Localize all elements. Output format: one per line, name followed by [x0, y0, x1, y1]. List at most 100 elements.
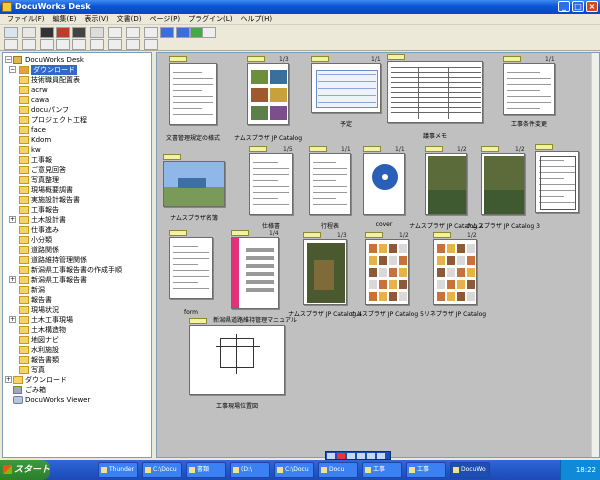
- combine-icon[interactable]: [144, 27, 158, 38]
- page-preview: [311, 63, 381, 113]
- expand-icon[interactable]: +: [9, 216, 16, 223]
- back-icon[interactable]: [160, 27, 174, 38]
- tree-item[interactable]: 工事報: [3, 155, 151, 165]
- folder-icon: [19, 96, 29, 104]
- tree-item[interactable]: face: [3, 125, 151, 135]
- tree-item[interactable]: + 新潟県工事報告書: [3, 275, 151, 285]
- taskbar-button[interactable]: Thunder: [98, 462, 138, 478]
- paste-icon[interactable]: [40, 39, 54, 50]
- tree-item[interactable]: 新潟県工事報告書の作成手順: [3, 265, 151, 275]
- tree-item[interactable]: 仕事進み: [3, 225, 151, 235]
- vertical-scrollbar[interactable]: [591, 53, 599, 457]
- tree-item[interactable]: 道路関係: [3, 245, 151, 255]
- tree-item[interactable]: ご意見回答: [3, 165, 151, 175]
- tree-item[interactable]: 水利施設: [3, 345, 151, 355]
- new-folder-icon[interactable]: [22, 27, 36, 38]
- tree-item[interactable]: プロジェクト工程: [3, 115, 151, 125]
- menu-plugin[interactable]: プラグイン(L): [184, 14, 236, 24]
- bind-icon[interactable]: [108, 27, 122, 38]
- tree-extra-label: ごみ箱: [25, 386, 46, 394]
- menu-edit[interactable]: 編集(E): [49, 14, 81, 24]
- taskbar-button[interactable]: C:\Docu: [142, 462, 182, 478]
- menu-file[interactable]: ファイル(F): [3, 14, 49, 24]
- tree-item[interactable]: 新潟: [3, 285, 151, 295]
- tree-item-label: kw: [31, 146, 41, 154]
- tree-item[interactable]: 現場概要調書: [3, 185, 151, 195]
- collapse-icon[interactable]: −: [9, 66, 16, 73]
- tree-item[interactable]: 技術職員配置表: [3, 75, 151, 85]
- folder-icon: [19, 66, 29, 74]
- tree-item[interactable]: docuパンフ: [3, 105, 151, 115]
- taskbar-button[interactable]: 工事: [362, 462, 402, 478]
- window-title: DocuWorks Desk: [15, 2, 91, 11]
- folder-icon: [19, 76, 29, 84]
- binder-icon[interactable]: [56, 27, 70, 38]
- document-icon[interactable]: [40, 27, 54, 38]
- sort-icon[interactable]: [90, 39, 104, 50]
- forward-icon[interactable]: [176, 27, 190, 38]
- taskbar-button[interactable]: DocuWo: [450, 462, 490, 478]
- properties-icon[interactable]: [202, 27, 216, 38]
- start-button[interactable]: スタート: [0, 460, 50, 480]
- mini-toolbar[interactable]: [325, 451, 391, 460]
- expand-icon[interactable]: +: [5, 376, 12, 383]
- tree-item[interactable]: 実施設計報告書: [3, 195, 151, 205]
- taskbar-button[interactable]: Docu: [318, 462, 358, 478]
- taskbar-button[interactable]: (D:\: [230, 462, 270, 478]
- menu-help[interactable]: ヘルプ(H): [236, 14, 276, 24]
- lock2-icon[interactable]: [144, 39, 158, 50]
- menu-page[interactable]: ページ(P): [146, 14, 185, 24]
- tree-item[interactable]: kw: [3, 145, 151, 155]
- close-icon[interactable]: [377, 453, 385, 459]
- tree-item[interactable]: 報告書: [3, 295, 151, 305]
- pen-icon[interactable]: [327, 453, 335, 459]
- up-folder-icon[interactable]: [4, 27, 18, 38]
- tree-extra-2[interactable]: ごみ箱: [3, 385, 151, 395]
- maximize-button[interactable]: □: [572, 1, 584, 12]
- lock-icon[interactable]: [108, 39, 122, 50]
- taskbar-button[interactable]: 書類: [186, 462, 226, 478]
- close-button[interactable]: ×: [586, 1, 598, 12]
- text-icon[interactable]: [367, 453, 375, 459]
- tree-item[interactable]: 写真: [3, 365, 151, 375]
- menu-document[interactable]: 文書(D): [113, 14, 146, 24]
- tree-extra-1[interactable]: + ダウンロード: [3, 375, 151, 385]
- unbind-icon[interactable]: [126, 27, 140, 38]
- collapse-icon[interactable]: −: [5, 56, 12, 63]
- rotate-icon[interactable]: [72, 39, 86, 50]
- tree-item[interactable]: 工事報告: [3, 205, 151, 215]
- tree-item[interactable]: 土木構造物: [3, 325, 151, 335]
- tree-item[interactable]: 写真整理: [3, 175, 151, 185]
- tree-extra-3[interactable]: DocuWorks Viewer: [3, 395, 151, 405]
- tree-item[interactable]: + 土木設計書: [3, 215, 151, 225]
- tree-item[interactable]: − ダウンロード: [3, 65, 151, 75]
- marker-icon[interactable]: [337, 453, 345, 459]
- taskbar-button[interactable]: 工事: [406, 462, 446, 478]
- expand-icon[interactable]: +: [9, 316, 16, 323]
- tree-item-label: プロジェクト工程: [31, 116, 87, 124]
- tree-item[interactable]: 道路維持管理関係: [3, 255, 151, 265]
- copy-icon[interactable]: [22, 39, 36, 50]
- eraser-icon[interactable]: [347, 453, 355, 459]
- stamp-icon[interactable]: [357, 453, 365, 459]
- print-icon[interactable]: [4, 39, 18, 50]
- minimize-button[interactable]: _: [558, 1, 570, 12]
- tree-item[interactable]: Kdom: [3, 135, 151, 145]
- folder-icon: [19, 336, 29, 344]
- tree-item[interactable]: cawa: [3, 95, 151, 105]
- menu-view[interactable]: 表示(V): [80, 14, 112, 24]
- tree-item[interactable]: acrw: [3, 85, 151, 95]
- delete-icon[interactable]: [56, 39, 70, 50]
- tree-root[interactable]: − DocuWorks Desk: [3, 55, 151, 65]
- tree-item[interactable]: + 土木工事現場: [3, 315, 151, 325]
- tree-item[interactable]: 地図ナビ: [3, 335, 151, 345]
- tree-item[interactable]: 報告書類: [3, 355, 151, 365]
- taskbar-button[interactable]: C:\Docu: [274, 462, 314, 478]
- tree-item-label: 工事報: [31, 156, 52, 164]
- tree-item[interactable]: 小分類: [3, 235, 151, 245]
- tree-item[interactable]: 現場状況: [3, 305, 151, 315]
- expand-icon[interactable]: +: [9, 276, 16, 283]
- thumbnail-view-icon[interactable]: [90, 27, 104, 38]
- search-icon[interactable]: [72, 27, 86, 38]
- grid-icon[interactable]: [126, 39, 140, 50]
